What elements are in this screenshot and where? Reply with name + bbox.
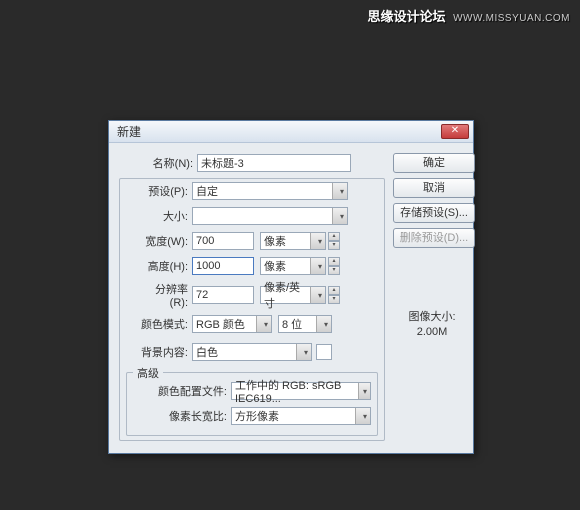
preset-group: 预设(P): 自定 ▾ 大小: ▾ 宽度(W): bbox=[119, 178, 385, 441]
colormode-value: RGB 颜色 bbox=[196, 316, 245, 332]
profile-label: 颜色配置文件: bbox=[133, 383, 231, 399]
bitdepth-select[interactable]: 8 位 ▾ bbox=[278, 315, 332, 333]
name-input[interactable] bbox=[197, 154, 351, 172]
aspect-value: 方形像素 bbox=[235, 408, 279, 424]
width-label: 宽度(W): bbox=[138, 233, 192, 249]
colormode-select[interactable]: RGB 颜色 ▾ bbox=[192, 315, 272, 333]
resolution-unit-value: 像素/英寸 bbox=[264, 279, 310, 311]
image-size-info: 图像大小: 2.00M bbox=[393, 308, 471, 338]
chevron-down-icon: ▾ bbox=[340, 187, 344, 196]
chevron-down-icon: ▾ bbox=[318, 237, 322, 246]
titlebar[interactable]: 新建 ✕ bbox=[109, 121, 473, 143]
chevron-down-icon: ▾ bbox=[318, 262, 322, 271]
chevron-down-icon: ▾ bbox=[304, 348, 308, 357]
height-stepper[interactable]: ▴▾ bbox=[328, 257, 340, 275]
image-size-label: 图像大小: bbox=[393, 308, 471, 324]
cancel-button[interactable]: 取消 bbox=[393, 178, 475, 198]
bgcontent-select[interactable]: 白色 ▾ bbox=[192, 343, 312, 361]
delete-preset-button: 删除预设(D)... bbox=[393, 228, 475, 248]
preset-label: 预设(P): bbox=[126, 183, 192, 199]
resolution-unit-select[interactable]: 像素/英寸 ▾ bbox=[260, 286, 326, 304]
profile-select[interactable]: 工作中的 RGB: sRGB IEC619... ▾ bbox=[231, 382, 371, 400]
width-input[interactable] bbox=[192, 232, 254, 250]
bgcontent-label: 背景内容: bbox=[138, 344, 192, 360]
chevron-down-icon: ▾ bbox=[324, 320, 328, 329]
height-unit-value: 像素 bbox=[264, 258, 286, 274]
bg-color-swatch[interactable] bbox=[316, 344, 332, 360]
new-document-dialog: 新建 ✕ 名称(N): 预设(P): 自定 ▾ 大小: bbox=[108, 120, 474, 454]
close-button[interactable]: ✕ bbox=[441, 124, 469, 139]
advanced-legend: 高级 bbox=[133, 365, 163, 381]
height-label: 高度(H): bbox=[138, 258, 192, 274]
preset-value: 自定 bbox=[196, 183, 218, 199]
height-unit-select[interactable]: 像素 ▾ bbox=[260, 257, 326, 275]
image-size-value: 2.00M bbox=[393, 326, 471, 338]
colormode-label: 颜色模式: bbox=[138, 316, 192, 332]
watermark: 思缘设计论坛 WWW.MISSYUAN.COM bbox=[367, 6, 570, 25]
width-unit-value: 像素 bbox=[264, 233, 286, 249]
resolution-label: 分辨率(R): bbox=[138, 281, 192, 309]
resolution-input[interactable] bbox=[192, 286, 254, 304]
save-preset-button[interactable]: 存储预设(S)... bbox=[393, 203, 475, 223]
dialog-title: 新建 bbox=[117, 123, 141, 140]
watermark-url: WWW.MISSYUAN.COM bbox=[453, 13, 570, 24]
bitdepth-value: 8 位 bbox=[282, 316, 302, 332]
aspect-select[interactable]: 方形像素 ▾ bbox=[231, 407, 371, 425]
height-input[interactable] bbox=[192, 257, 254, 275]
chevron-down-icon: ▾ bbox=[318, 291, 322, 300]
resolution-stepper[interactable]: ▴▾ bbox=[328, 286, 340, 304]
advanced-group: 高级 颜色配置文件: 工作中的 RGB: sRGB IEC619... ▾ 像素… bbox=[126, 372, 378, 436]
aspect-label: 像素长宽比: bbox=[133, 408, 231, 424]
width-stepper[interactable]: ▴▾ bbox=[328, 232, 340, 250]
chevron-down-icon: ▾ bbox=[363, 387, 367, 396]
bgcontent-value: 白色 bbox=[196, 344, 218, 360]
name-label: 名称(N): bbox=[119, 155, 197, 171]
watermark-text: 思缘设计论坛 bbox=[367, 9, 445, 24]
size-label: 大小: bbox=[138, 208, 192, 224]
preset-select[interactable]: 自定 ▾ bbox=[192, 182, 348, 200]
width-unit-select[interactable]: 像素 ▾ bbox=[260, 232, 326, 250]
ok-button[interactable]: 确定 bbox=[393, 153, 475, 173]
chevron-down-icon: ▾ bbox=[264, 320, 268, 329]
profile-value: 工作中的 RGB: sRGB IEC619... bbox=[235, 377, 358, 405]
chevron-down-icon: ▾ bbox=[340, 212, 344, 221]
chevron-down-icon: ▾ bbox=[363, 412, 367, 421]
size-select[interactable]: ▾ bbox=[192, 207, 348, 225]
